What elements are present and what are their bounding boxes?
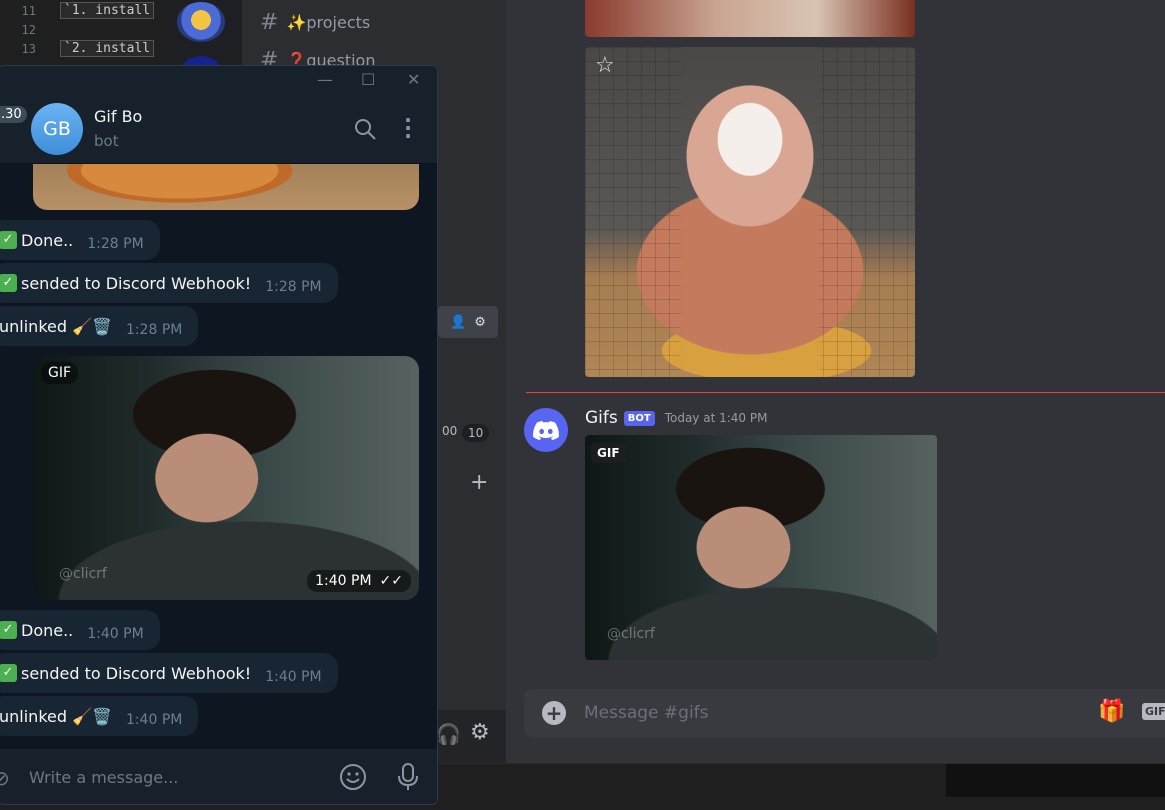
maximize-icon[interactable]: ☐ — [361, 70, 375, 89]
discord-logo-icon — [533, 421, 559, 440]
avatar[interactable]: GB — [31, 103, 83, 155]
check-emoji: ✓ — [0, 231, 17, 249]
check-emoji: ✓ — [0, 621, 17, 639]
line-number: 11 — [21, 4, 36, 18]
gear-icon[interactable]: ⚙ — [474, 315, 486, 330]
emoji-icon[interactable] — [339, 763, 367, 791]
gif-time: 1:40 PM ✓✓ — [307, 570, 411, 592]
message-time: 1:40 PM — [125, 712, 183, 728]
tile-texture — [585, 47, 915, 377]
gif-button[interactable]: GIF — [1142, 703, 1165, 720]
message-time: 1:28 PM — [87, 236, 144, 252]
time-chip: 00 — [442, 424, 458, 438]
message-text: sended to Discord Webhook! — [21, 663, 252, 683]
message-input[interactable] — [29, 763, 319, 791]
avatar[interactable] — [524, 408, 568, 452]
new-messages-divider — [526, 392, 1165, 393]
gif-label: GIF — [591, 443, 626, 463]
star-icon[interactable]: ☆ — [595, 53, 615, 78]
read-check-icon: ✓✓ — [379, 573, 403, 589]
close-icon[interactable]: ✕ — [407, 70, 420, 89]
chat-name[interactable]: Gif Bo — [94, 107, 142, 126]
message-input[interactable] — [584, 699, 1064, 727]
chat-status: bot — [94, 132, 119, 150]
attach-icon[interactable]: ⊘ — [0, 766, 10, 790]
message-time: 1:40 PM — [265, 669, 322, 685]
dark-panel — [946, 764, 1165, 797]
more-icon[interactable]: · · · — [403, 110, 413, 146]
plus-icon[interactable]: + — [470, 470, 488, 495]
channel-label: ✨projects — [286, 13, 371, 32]
chat-area: ☆ Gifs BOT Today at 1:40 PM GIF @clicrf … — [506, 0, 1165, 763]
message-header: Gifs BOT Today at 1:40 PM — [585, 408, 767, 428]
code-line[interactable]: `2. install — [60, 40, 155, 57]
channel-projects[interactable]: # ✨projects — [260, 10, 370, 35]
code-line[interactable]: `1. install — [60, 2, 155, 19]
gift-icon[interactable]: 🎁 — [1098, 699, 1125, 724]
gif-attachment[interactable]: GIF @clicrf 1:40 PM ✓✓ — [33, 356, 419, 600]
telegram-window: — ☐ ✕ .30 GB Gif Bo bot · · · ✓ Done.. 1:28… — [0, 65, 438, 805]
hash-icon: # — [260, 10, 279, 35]
message-bubble: ✓ Done.. 1:28 PM — [0, 220, 160, 260]
headphones-icon[interactable]: 🎧 — [436, 722, 461, 746]
message-time: 1:40 PM — [87, 626, 144, 642]
gif-attachment[interactable]: GIF @clicrf — [585, 435, 937, 660]
message-bubble: ✓ sended to Discord Webhook! 1:40 PM — [0, 653, 338, 693]
channel-tools: 👤 ⚙ — [438, 306, 498, 338]
image-attachment[interactable] — [33, 164, 419, 210]
bot-badge: BOT — [623, 410, 655, 426]
image-attachment[interactable] — [585, 0, 915, 37]
unread-badge[interactable]: .30 — [0, 106, 27, 123]
image-attachment[interactable]: ☆ — [585, 47, 915, 377]
message-author[interactable]: Gifs — [585, 408, 618, 428]
message-text: unlinked 🧹🗑️ — [0, 706, 112, 726]
message-text: Done.. — [21, 620, 74, 640]
message-text: unlinked 🧹🗑️ — [0, 316, 112, 336]
time-chip: 10 — [462, 424, 490, 442]
message-bubble: unlinked 🧹🗑️ 1:28 PM — [0, 306, 199, 346]
message-timestamp: Today at 1:40 PM — [664, 411, 768, 425]
server-rail — [165, 0, 242, 104]
check-emoji: ✓ — [0, 274, 17, 292]
search-icon[interactable] — [353, 117, 377, 141]
gear-icon[interactable]: ⚙ — [470, 720, 490, 745]
window-titlebar: — ☐ ✕ — [0, 66, 437, 96]
line-number: 13 — [21, 42, 36, 56]
message-time: 1:28 PM — [125, 322, 183, 338]
watermark: @clicrf — [59, 566, 107, 582]
gif-scene — [33, 356, 419, 600]
desktop: 11 `1. install 12 13 `2. install # ✨proj… — [0, 0, 1165, 810]
gif-label: GIF — [41, 362, 79, 384]
message-time: 1:28 PM — [265, 279, 322, 295]
add-attachment-button[interactable]: + — [542, 701, 566, 725]
line-number: 12 — [21, 23, 36, 37]
message-list: ✓ Done.. 1:28 PM ✓ sended to Discord Webho… — [0, 164, 437, 747]
microphone-icon[interactable] — [397, 763, 419, 791]
watermark: @clicrf — [607, 626, 655, 642]
message-composer: + 🎁 GIF — [524, 689, 1165, 737]
message-text: sended to Discord Webhook! — [21, 273, 252, 293]
server-icon[interactable] — [177, 2, 225, 42]
message-composer: ⊘ — [0, 749, 437, 804]
message-time: 1:40 PM — [315, 573, 372, 589]
message-bubble: ✓ Done.. 1:40 PM — [0, 610, 160, 650]
minimize-icon[interactable]: — — [317, 70, 333, 89]
message-bubble: unlinked 🧹🗑️ 1:40 PM — [0, 696, 199, 736]
message-text: Done.. — [21, 230, 74, 250]
code-editor: 11 `1. install 12 13 `2. install — [0, 0, 165, 70]
message-bubble: ✓ sended to Discord Webhook! 1:28 PM — [0, 263, 338, 303]
check-emoji: ✓ — [0, 664, 17, 682]
add-member-icon[interactable]: 👤 — [450, 315, 466, 330]
